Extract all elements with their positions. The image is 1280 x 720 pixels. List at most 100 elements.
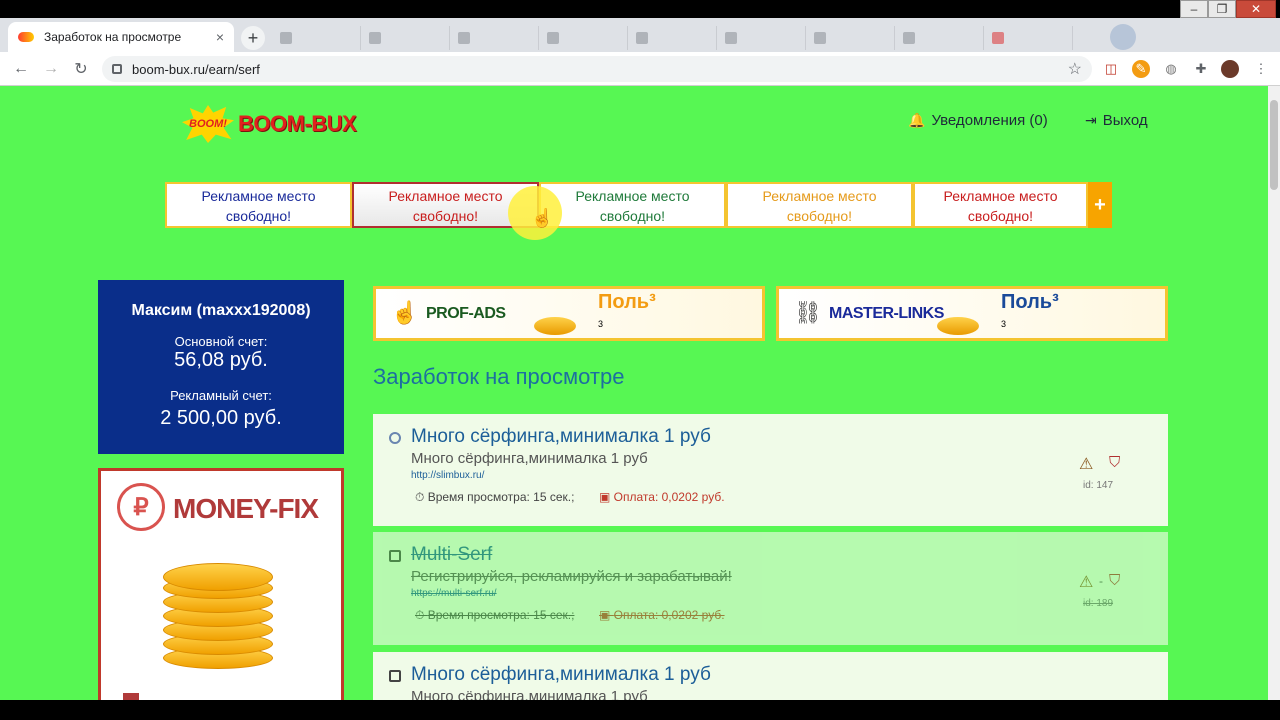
- tab-title: Заработок на просмотре: [44, 30, 182, 44]
- close-tab-icon[interactable]: ×: [216, 29, 224, 45]
- extension-shield-icon[interactable]: ◫: [1102, 60, 1120, 78]
- separator-text: -: [1099, 574, 1103, 588]
- item-description: Много сёрфинга,минималка 1 руб: [411, 450, 648, 467]
- warning-icon[interactable]: ⚠: [1079, 572, 1093, 592]
- background-tab[interactable]: [272, 26, 361, 50]
- logout-icon: ⇥: [1085, 112, 1097, 128]
- window-controls: – ❐ ✕: [1180, 0, 1276, 20]
- banner-pol-sub: 3: [1001, 319, 1007, 329]
- background-tab[interactable]: [895, 26, 984, 50]
- item-time-text: Время просмотра: 15 сек.;: [427, 608, 575, 622]
- add-ad-button[interactable]: +: [1088, 182, 1112, 228]
- ad-account-label: Рекламный счет:: [170, 388, 272, 403]
- item-description: Регистрируйся, рекламируйся и зарабатыва…: [411, 568, 732, 585]
- ad-slot-line2: свободно!: [967, 208, 1034, 224]
- ad-slot-line1: Рекламное место: [575, 188, 690, 204]
- item-payment: ▣ Оплата: 0,0202 руб.: [599, 608, 725, 622]
- background-tab[interactable]: [984, 26, 1073, 50]
- hand-cursor-icon: ☝: [531, 208, 554, 228]
- warning-icon[interactable]: ⚠: [1079, 454, 1093, 474]
- ad-slot[interactable]: Рекламное место свободно!: [913, 182, 1088, 228]
- item-time-text: Время просмотра: 15 сек.;: [427, 490, 575, 504]
- tab-search-icon[interactable]: [1110, 24, 1136, 50]
- item-url[interactable]: http://slimbux.ru/: [411, 470, 484, 481]
- ad-slot[interactable]: Рекламное место свободно!: [539, 182, 726, 228]
- surf-list-item[interactable]: Много сёрфинга,минималка 1 руб Много сёр…: [373, 414, 1168, 526]
- notifications-label: Уведомления (0): [931, 112, 1048, 129]
- chain-link-icon: ⛓: [794, 300, 822, 325]
- maximize-button[interactable]: ❐: [1208, 0, 1236, 18]
- item-url[interactable]: https://multi-serf.ru/: [411, 588, 497, 599]
- page-scrollbar[interactable]: [1268, 86, 1280, 700]
- back-arrow-icon[interactable]: ←: [10, 58, 32, 80]
- item-title[interactable]: Multi-Serf: [411, 544, 492, 566]
- pin-icon: [389, 550, 401, 562]
- ad-slot-line2: свободно!: [786, 208, 853, 224]
- active-tab[interactable]: Заработок на просмотре ×: [8, 22, 234, 52]
- background-tab[interactable]: [361, 26, 450, 50]
- clock-icon: ⏱: [415, 608, 428, 622]
- ad-slot[interactable]: Рекламное место свободно!: [726, 182, 913, 228]
- scrollbar-thumb[interactable]: [1270, 100, 1278, 190]
- tab-favicon-icon: [280, 32, 292, 44]
- surf-list-item[interactable]: Много сёрфинга,минималка 1 руб Много сёр…: [373, 652, 1168, 700]
- user-name: Максим (maxxx192008): [131, 302, 311, 319]
- page-content: BOOM! BOOM-BUX 🔔 Уведомления (0) ⇥ Выход…: [0, 86, 1268, 700]
- bell-icon: 🔔: [908, 112, 926, 128]
- logo-text: BOOM-BUX: [238, 111, 357, 136]
- forward-arrow-icon[interactable]: →: [40, 58, 62, 80]
- globe-icon: [389, 432, 401, 444]
- coin-stack-icon: [163, 563, 273, 673]
- background-tab[interactable]: [450, 26, 539, 50]
- menu-dots-icon[interactable]: ⋮: [1252, 60, 1270, 78]
- reload-icon[interactable]: ↻: [70, 58, 92, 80]
- background-tab[interactable]: [717, 26, 806, 50]
- item-id: id: 147: [1083, 480, 1114, 491]
- address-toolbar: ← → ↻ boom-bux.ru/earn/serf ☆ ◫ ✎ ◍ ✚ ⋮: [0, 52, 1280, 86]
- new-tab-button[interactable]: +: [241, 26, 265, 50]
- lock-icon: [112, 64, 122, 74]
- clock-icon: ⏱: [415, 490, 428, 504]
- banner-pol: Поль³: [1001, 291, 1059, 313]
- tab-favicon-icon: [725, 32, 737, 44]
- shield-icon[interactable]: ⛉: [1109, 572, 1120, 589]
- url-bar[interactable]: boom-bux.ru/earn/serf ☆: [102, 56, 1092, 82]
- item-title[interactable]: Много сёрфинга,минималка 1 руб: [411, 426, 711, 448]
- site-logo[interactable]: BOOM! BOOM-BUX: [182, 104, 357, 144]
- money-fix-banner[interactable]: ₽ MONEY-FIX: [98, 468, 344, 700]
- tab-favicon-icon: [903, 32, 915, 44]
- item-description: Много сёрфинга,минималка 1 руб: [411, 688, 648, 700]
- ad-account-amount: 2 500,00 руб.: [160, 407, 282, 429]
- background-tab[interactable]: [628, 26, 717, 50]
- prof-ads-banner[interactable]: ☝ PROF-ADS Поль³ 3: [373, 286, 765, 341]
- tab-favicon-icon: [992, 32, 1004, 44]
- globe-icon[interactable]: ◍: [1162, 60, 1180, 78]
- ad-slot-line1: Рекламное место: [201, 188, 316, 204]
- background-tab[interactable]: [806, 26, 895, 50]
- background-tab[interactable]: [539, 26, 628, 50]
- extensions-puzzle-icon[interactable]: ✚: [1192, 60, 1210, 78]
- ads-hand-icon: ☝: [391, 300, 419, 325]
- item-pay-text: Оплата: 0,0202 руб.: [613, 608, 725, 622]
- close-window-button[interactable]: ✕: [1236, 0, 1276, 18]
- item-title[interactable]: Много сёрфинга,минималка 1 руб: [411, 664, 711, 686]
- main-account-amount: 56,08 руб.: [174, 349, 268, 371]
- avatar[interactable]: [1221, 60, 1239, 78]
- background-tabs: [272, 26, 1073, 50]
- logout-link[interactable]: ⇥ Выход: [1085, 112, 1148, 129]
- tab-favicon-icon: [814, 32, 826, 44]
- ad-slot-line1: Рекламное место: [943, 188, 1058, 204]
- notifications-link[interactable]: 🔔 Уведомления (0): [908, 112, 1048, 129]
- boom-badge: BOOM!: [182, 105, 234, 143]
- extension-orange-icon[interactable]: ✎: [1132, 60, 1150, 78]
- shield-icon[interactable]: ⛉: [1109, 454, 1120, 471]
- surf-list-item[interactable]: Multi-Serf Регистрируйся, рекламируйся и…: [373, 532, 1168, 645]
- bookmark-star-icon[interactable]: ☆: [1068, 59, 1082, 79]
- item-view-time: ⏱ Время просмотра: 15 сек.;: [415, 608, 574, 623]
- master-links-banner[interactable]: ⛓ MASTER-LINKS Поль³ 3: [776, 286, 1168, 341]
- ad-slot[interactable]: Рекламное место свободно!: [165, 182, 352, 228]
- coin-icon: [937, 317, 979, 335]
- minimize-button[interactable]: –: [1180, 0, 1208, 18]
- ad-slot-line1: Рекламное место: [762, 188, 877, 204]
- logout-label: Выход: [1102, 112, 1148, 129]
